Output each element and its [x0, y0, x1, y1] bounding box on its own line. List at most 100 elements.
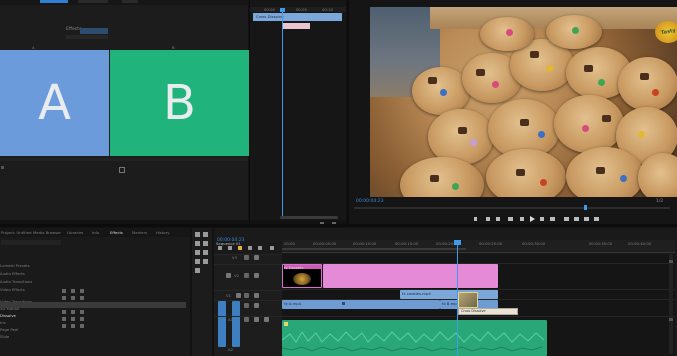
list-item[interactable]: Lumetri Presets — [0, 252, 30, 268]
list-item[interactable]: Slide — [0, 323, 9, 339]
ruler-label: 00:00:10:00 — [353, 241, 377, 246]
32bit-badge-icon — [71, 324, 75, 328]
ruler-label: 00:00:25:00 — [479, 241, 503, 246]
eye-icon[interactable] — [254, 255, 259, 260]
list-item[interactable]: Video Effects — [0, 276, 25, 292]
tab-project[interactable]: Project: Untitled — [1, 230, 32, 235]
graphic-clip[interactable]: fx Graphic — [282, 264, 322, 288]
play-icon[interactable] — [530, 216, 535, 222]
list-item[interactable]: Video Transitions — [0, 288, 32, 304]
tab-history[interactable]: History — [156, 230, 170, 235]
scroll-knob[interactable] — [669, 318, 673, 321]
step-back-icon[interactable] — [520, 217, 524, 221]
eye-icon[interactable] — [254, 293, 259, 298]
list-item[interactable]: Iris — [0, 309, 6, 325]
lock-icon[interactable] — [244, 273, 249, 278]
panel-divider[interactable] — [249, 0, 250, 224]
timeline-vertical-scrollbar[interactable] — [669, 254, 673, 354]
logo-badge: Tasty — [655, 21, 677, 43]
step-forward-icon[interactable] — [540, 217, 544, 221]
solo-icon[interactable] — [264, 317, 269, 322]
mute-icon[interactable] — [254, 317, 259, 322]
program-playhead[interactable] — [584, 205, 587, 210]
lock-icon[interactable] — [244, 255, 249, 260]
target-patch-a1[interactable] — [232, 329, 240, 347]
active-tab-indicator[interactable] — [40, 0, 68, 3]
export-frame-icon[interactable] — [584, 217, 589, 221]
pink-clip[interactable] — [323, 264, 498, 288]
selection-tool-icon[interactable] — [195, 232, 200, 237]
tab-info[interactable]: Info — [92, 230, 99, 235]
tab[interactable] — [78, 0, 108, 3]
audio-clip[interactable] — [282, 320, 547, 356]
panel-divider[interactable] — [347, 0, 349, 224]
razor-tool-icon[interactable] — [203, 241, 208, 246]
tab-media-browser[interactable]: Media Browser — [33, 230, 61, 235]
wrench-icon[interactable] — [248, 246, 252, 250]
lift-icon[interactable] — [564, 217, 569, 221]
eye-icon[interactable] — [254, 273, 259, 278]
track-header-v2: V2 — [214, 264, 282, 289]
tab-markers[interactable]: Markers — [132, 230, 147, 235]
program-scrub-bar[interactable] — [354, 207, 670, 209]
list-item[interactable]: Audio Transitions — [0, 268, 32, 284]
list-item[interactable]: 3D Motion — [0, 295, 19, 311]
ec-playhead-head[interactable] — [280, 8, 285, 12]
scroll-knob[interactable] — [669, 260, 673, 263]
timeline-settings-icon[interactable] — [270, 246, 274, 250]
snap-icon[interactable] — [218, 246, 222, 250]
tab-libraries[interactable]: Libraries — [67, 230, 83, 235]
keyframe-bar[interactable] — [283, 23, 310, 29]
chocolate-chunk — [430, 175, 439, 182]
in-point-icon[interactable] — [486, 217, 490, 221]
a-clip[interactable]: fx A.mp4 — [282, 300, 440, 309]
timeline-playhead-head[interactable] — [454, 240, 461, 245]
cookies-clip[interactable]: fx cookies.mp4 — [400, 290, 498, 299]
marker-icon[interactable] — [474, 217, 477, 221]
effect-sub-field[interactable] — [66, 35, 108, 39]
list-item-selected[interactable]: Dissolve — [0, 302, 186, 318]
lock-icon[interactable] — [244, 293, 249, 298]
ripple-edit-tool-icon[interactable] — [195, 241, 200, 246]
track-select-tool-icon[interactable] — [203, 232, 208, 237]
small-checkbox[interactable] — [119, 167, 125, 173]
timeline-playhead[interactable] — [457, 240, 458, 356]
menu-dot[interactable] — [1, 166, 4, 169]
effects-search-field[interactable] — [1, 240, 61, 245]
pen-tool-icon[interactable] — [203, 250, 208, 255]
go-to-out-icon[interactable] — [550, 217, 555, 221]
out-point-icon[interactable] — [496, 217, 500, 221]
list-item[interactable]: Page Peel — [0, 316, 18, 332]
sync-lock-icon[interactable] — [236, 293, 241, 298]
track-area[interactable]: fx Graphic fx cookies.mp4 fx A.mp4 fx B.… — [282, 240, 675, 356]
32bit-badge-icon — [71, 310, 75, 314]
ec-scrollbar[interactable] — [280, 216, 338, 219]
track-header-a1: A1 A2 — [214, 316, 282, 352]
panel-divider[interactable] — [0, 224, 677, 227]
captions-icon[interactable] — [258, 246, 262, 250]
linked-selection-icon[interactable] — [228, 246, 232, 250]
timeline-panel: Sequence 01 00:00:04:23 00:00 00:00:05:0… — [214, 228, 677, 356]
target-icon[interactable] — [226, 273, 231, 278]
tab[interactable] — [122, 0, 138, 3]
source-patch-a1[interactable] — [218, 329, 226, 347]
lock-icon[interactable] — [244, 303, 249, 308]
tab-effects[interactable]: Effects — [110, 230, 123, 235]
timeline-ruler[interactable]: 00:00 00:00:05:00 00:00:10:00 00:00:15:0… — [282, 240, 675, 253]
timeline-scrub[interactable] — [0, 158, 248, 161]
list-item[interactable]: Audio Effects — [0, 260, 25, 276]
type-tool-icon[interactable] — [203, 259, 208, 264]
slip-tool-icon[interactable] — [195, 250, 200, 255]
go-to-in-icon[interactable] — [508, 217, 513, 221]
extract-icon[interactable] — [574, 217, 579, 221]
add-marker-icon[interactable] — [238, 246, 242, 250]
ec-playhead[interactable] — [282, 8, 283, 218]
comparison-icon[interactable] — [594, 217, 599, 221]
cross-dissolve-transition[interactable] — [458, 292, 478, 308]
hand-tool-icon[interactable] — [195, 259, 200, 264]
zoom-tool-icon[interactable] — [195, 268, 200, 273]
eye-icon[interactable] — [254, 303, 259, 308]
lock-icon[interactable] — [244, 317, 249, 322]
work-area-bar[interactable] — [282, 248, 466, 250]
effect-value-field[interactable] — [80, 28, 108, 34]
